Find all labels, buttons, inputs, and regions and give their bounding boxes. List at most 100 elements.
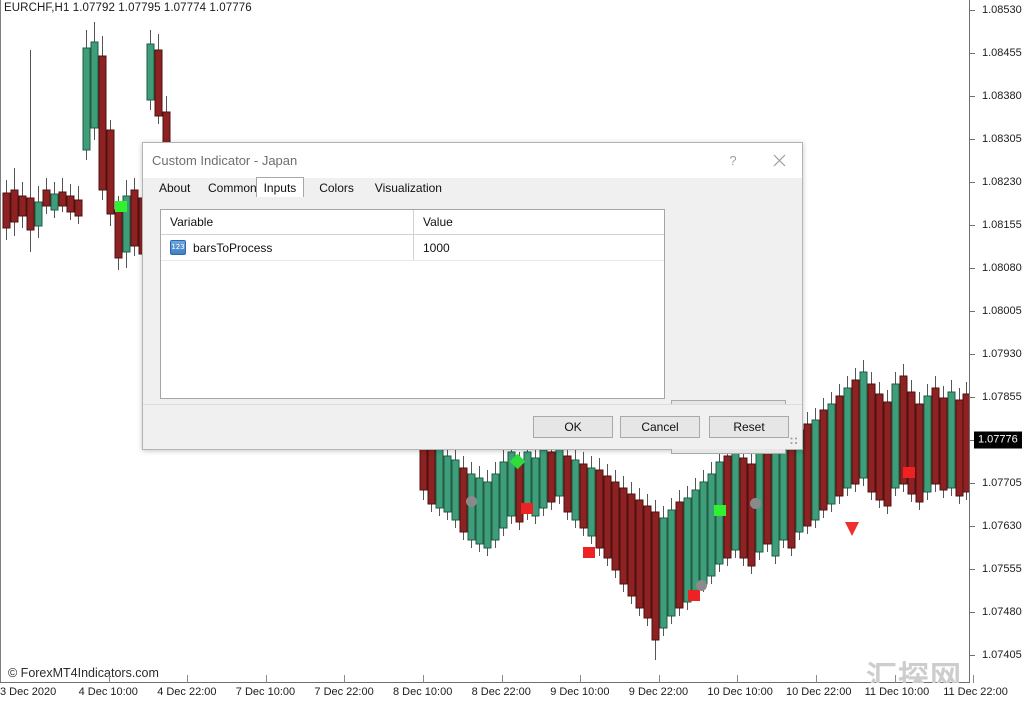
price-scale-axis[interactable]: 1.08530 1.08455 1.08380 1.08305 1.08230 1.081… — [970, 0, 1024, 704]
candle-body — [50, 193, 59, 211]
sell-marker-arrow — [845, 522, 859, 536]
chart-left-border — [0, 0, 1, 683]
candle-body — [467, 473, 476, 541]
candle-body — [707, 473, 716, 577]
candle-body — [531, 457, 540, 517]
time-label: 7 Dec 22:00 — [314, 686, 374, 698]
help-icon[interactable]: ? — [710, 143, 756, 177]
time-scale-axis[interactable]: 3 Dec 2020 4 Dec 10:00 4 Dec 22:00 7 Dec 10… — [0, 675, 1024, 705]
time-label: 10 Dec 10:00 — [707, 686, 773, 698]
price-tick — [970, 526, 975, 527]
price-label: 1.07855 — [982, 391, 1022, 403]
dialog-titlebar[interactable]: Custom Indicator - Japan ? — [143, 143, 802, 179]
candle-body — [675, 501, 684, 609]
price-label: 1.08230 — [982, 176, 1022, 188]
time-tick — [423, 675, 424, 683]
time-tick — [501, 675, 503, 683]
time-tick — [265, 675, 267, 683]
dialog-tabstrip[interactable]: About Common Inputs Colors Visualization — [143, 177, 802, 198]
candle-body — [635, 499, 644, 609]
price-tick — [970, 311, 975, 312]
cancel-button[interactable]: Cancel — [620, 416, 700, 438]
time-tick — [108, 675, 110, 683]
neutral-marker-circle — [696, 580, 707, 591]
candle-body — [555, 443, 564, 497]
ok-button[interactable]: OK — [533, 416, 613, 438]
table-row[interactable]: 123 barsToProcess 1000 — [161, 235, 664, 261]
time-label: 7 Dec 10:00 — [235, 686, 296, 698]
candle-body — [563, 455, 572, 513]
candle-body — [443, 455, 452, 513]
candle-body — [611, 481, 620, 571]
sell-marker-square — [688, 590, 700, 601]
tab-about[interactable]: About — [151, 179, 199, 197]
candle-body — [98, 55, 107, 191]
variable-value-cell[interactable]: 1000 — [414, 235, 665, 260]
current-price-tag: 1.07776 — [974, 431, 1022, 449]
candle-body — [843, 387, 852, 489]
candle-body — [851, 379, 860, 485]
sell-marker-square — [903, 467, 915, 478]
variable-name-cell[interactable]: 123 barsToProcess — [161, 235, 414, 260]
price-tick — [970, 10, 975, 11]
reset-button[interactable]: Reset — [709, 416, 789, 438]
tab-visualization[interactable]: Visualization — [366, 179, 450, 197]
candle-body — [18, 195, 27, 217]
buy-marker-square — [115, 201, 127, 212]
candle-body — [763, 439, 772, 545]
time-tick — [973, 675, 975, 683]
candle-body — [867, 383, 876, 493]
candle-body — [811, 419, 820, 521]
price-label: 1.07930 — [982, 348, 1022, 360]
candle-body — [667, 509, 676, 617]
candle-body — [875, 393, 884, 501]
candle-body — [146, 43, 155, 101]
candle-body — [483, 481, 492, 549]
price-tick — [970, 139, 975, 140]
candle-body — [34, 201, 43, 227]
candle-body — [883, 401, 892, 507]
variable-label: barsToProcess — [193, 240, 273, 255]
time-label: 8 Dec 22:00 — [471, 686, 531, 698]
candle-body — [491, 473, 500, 541]
candle-body — [859, 371, 868, 479]
candle-body — [771, 451, 780, 557]
close-icon[interactable] — [756, 143, 802, 177]
candle-body — [499, 461, 508, 529]
candle-body — [603, 475, 612, 559]
buy-marker-square — [714, 505, 726, 516]
neutral-marker-circle — [750, 498, 761, 509]
price-tick — [970, 182, 975, 183]
candle-body — [595, 469, 604, 549]
time-tick — [187, 675, 189, 683]
candle-body — [739, 457, 748, 559]
time-tick — [580, 675, 582, 683]
time-label: 4 Dec 22:00 — [157, 686, 217, 698]
candle-body — [931, 387, 940, 485]
sell-marker-square — [521, 503, 533, 514]
dialog-body-inputs: Variable Value 123 barsToProcess 1000 Lo… — [143, 197, 802, 454]
resize-grip[interactable] — [790, 437, 799, 446]
tab-inputs[interactable]: Inputs — [255, 177, 305, 198]
candle-body — [627, 493, 636, 597]
price-tick — [970, 612, 975, 613]
candle-body — [579, 463, 588, 529]
candle-body — [58, 191, 67, 207]
neutral-marker-circle — [466, 496, 477, 507]
numeric-type-icon: 123 — [170, 240, 186, 255]
time-label: 8 Dec 10:00 — [393, 686, 453, 698]
tab-colors[interactable]: Colors — [311, 179, 362, 197]
candle-body — [571, 459, 580, 521]
inputs-grid[interactable]: Variable Value 123 barsToProcess 1000 — [160, 209, 665, 399]
price-label: 1.07705 — [982, 477, 1022, 489]
candle-body — [651, 511, 660, 641]
candle-body — [619, 487, 628, 585]
price-tick — [970, 53, 975, 54]
candle-body — [42, 189, 51, 207]
close-x-glyph — [773, 154, 785, 166]
custom-indicator-dialog[interactable]: Custom Indicator - Japan ? About Common In… — [142, 142, 803, 454]
price-tick — [970, 96, 975, 97]
candle-body — [539, 449, 548, 509]
time-tick — [816, 675, 817, 683]
candle-body — [90, 41, 99, 129]
